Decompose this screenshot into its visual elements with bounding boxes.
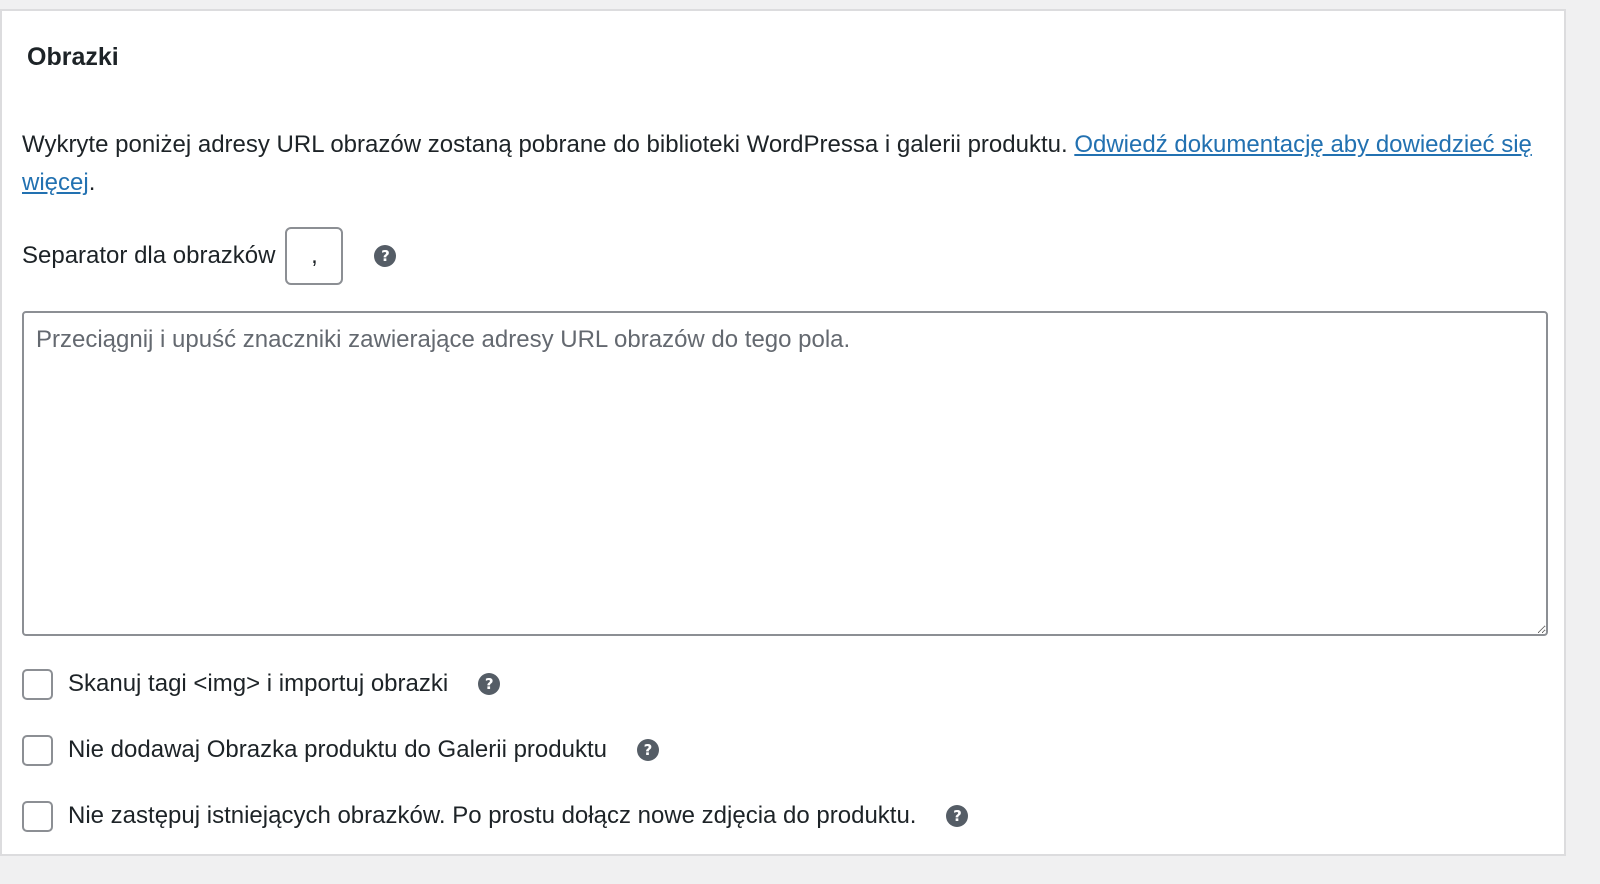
append-images-checkbox[interactable] [22, 800, 53, 832]
no-featured-in-gallery-checkbox[interactable] [22, 734, 53, 766]
no-featured-in-gallery-label: Nie dodawaj Obrazka produktu do Galerii … [68, 736, 607, 763]
image-urls-textarea[interactable] [22, 311, 1548, 636]
separator-input[interactable] [285, 227, 344, 285]
description-text: Wykryte poniżej adresy URL obrazów zosta… [22, 131, 1075, 158]
no-featured-in-gallery-help-icon[interactable]: ? [636, 739, 659, 761]
option-scan-img-tags: Skanuj tagi <img> i importuj obrazki ? [22, 668, 501, 700]
append-images-label: Nie zastępuj istniejących obrazków. Po p… [68, 802, 917, 829]
description-suffix: . [88, 169, 96, 196]
separator-help-icon[interactable]: ? [374, 245, 397, 267]
scan-img-tags-help-icon[interactable]: ? [478, 673, 501, 695]
scan-img-tags-checkbox[interactable] [22, 668, 53, 700]
scan-img-tags-label: Skanuj tagi <img> i importuj obrazki [68, 670, 449, 697]
append-images-help-icon[interactable]: ? [946, 805, 969, 827]
section-title: Obrazki [27, 43, 119, 71]
separator-label: Separator dla obrazków [22, 242, 276, 269]
images-description: Wykryte poniżej adresy URL obrazów zosta… [22, 126, 1532, 202]
separator-row: Separator dla obrazków ? [22, 227, 397, 285]
option-no-featured-in-gallery: Nie dodawaj Obrazka produktu do Galerii … [22, 734, 659, 766]
option-append-images: Nie zastępuj istniejących obrazków. Po p… [22, 800, 969, 832]
